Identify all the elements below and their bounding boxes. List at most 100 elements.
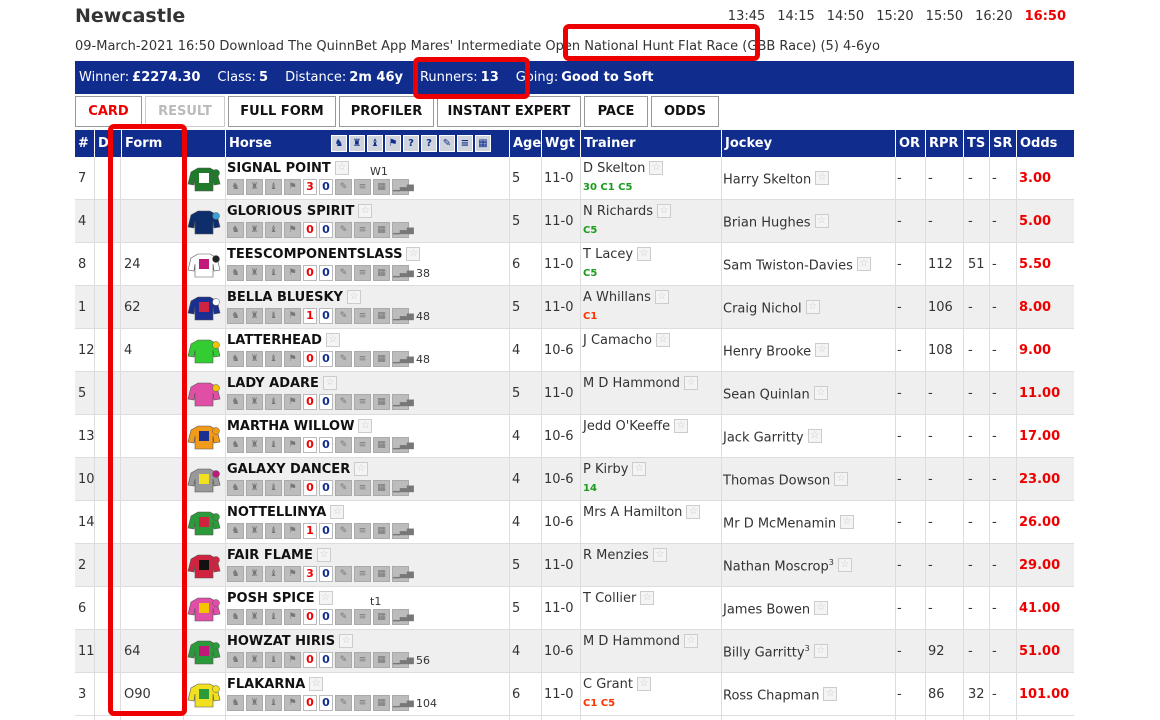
horse-icon[interactable]: ♞ [331,135,347,152]
calculator-icon[interactable]: ▦ [373,351,390,367]
trainer-form-icon[interactable]: ♜ [246,437,263,453]
runner-odds[interactable]: 26.00 [1019,515,1060,530]
jockey-form-icon[interactable]: ♝ [265,437,282,453]
tab-card[interactable]: CARD [75,96,142,127]
horse-form-icon[interactable]: ♞ [227,609,244,625]
stable-icon[interactable]: ≡ [457,135,473,152]
calculator-icon[interactable]: ▦ [373,308,390,324]
trainer-form-icon[interactable]: ♜ [246,523,263,539]
horse-name[interactable]: POSH SPICE ☆ [227,591,333,606]
favourite-star-icon[interactable]: ☆ [358,419,373,433]
favourite-star-icon[interactable]: ☆ [652,548,667,562]
jockey-form-icon[interactable]: ♝ [265,222,282,238]
race-time-link[interactable]: 14:50 [827,9,864,24]
stat-box-blue[interactable]: 0 [319,308,333,324]
horse-form-icon[interactable]: ♞ [227,351,244,367]
favourite-star-icon[interactable]: ☆ [649,161,664,175]
stable-icon[interactable]: ≡ [354,609,371,625]
favourite-star-icon[interactable]: ☆ [814,601,829,615]
stat-box-blue[interactable]: 0 [319,394,333,410]
stat-box-blue[interactable]: 0 [319,609,333,625]
col-sr[interactable]: SR [989,130,1016,157]
jockey-icon[interactable]: ♝ [367,135,383,152]
trainer-form-icon[interactable]: ♜ [246,480,263,496]
favourite-star-icon[interactable]: ☆ [358,204,373,218]
horse-form-icon[interactable]: ♞ [227,179,244,195]
calculator-icon[interactable]: ▦ [373,652,390,668]
stat-box-blue[interactable]: 0 [319,652,333,668]
favourite-star-icon[interactable]: ☆ [814,214,829,228]
jockey-name[interactable]: Thomas Dowson ☆ [723,472,849,488]
calculator-icon[interactable]: ▦ [373,695,390,711]
horse-form-icon[interactable]: ♞ [227,566,244,582]
versus-icon[interactable]: ⚑ [385,135,401,152]
col-trainer[interactable]: Trainer [580,130,721,157]
jockey-name[interactable]: James Bowen ☆ [723,601,829,617]
bar-chart-icon[interactable]: ▁▃▅ [392,222,414,238]
favourite-star-icon[interactable]: ☆ [654,290,669,304]
col-ts[interactable]: TS [963,130,989,157]
trainer-name[interactable]: D Skelton ☆ [583,161,664,176]
runner-odds[interactable]: 3.00 [1019,171,1051,186]
trainer-form-icon[interactable]: ♜ [246,179,263,195]
horse-name[interactable]: GLORIOUS SPIRIT ☆ [227,204,373,219]
stat-box-red[interactable]: 1 [303,308,317,324]
runner-odds[interactable]: 41.00 [1019,601,1060,616]
favourite-star-icon[interactable]: ☆ [322,376,337,390]
col-age[interactable]: Age [509,130,541,157]
jockey-name[interactable]: Nathan Moscrop3 ☆ [723,558,852,574]
horse-name[interactable]: FLAKARNA ☆ [227,677,324,692]
stat-box-red[interactable]: 1 [303,523,317,539]
stable-icon[interactable]: ≡ [354,566,371,582]
trainer-form-icon[interactable]: ♜ [246,394,263,410]
question-icon[interactable]: ? [421,135,437,152]
runner-odds[interactable]: 29.00 [1019,558,1060,573]
comment-icon[interactable]: ✎ [335,523,352,539]
trainer-name[interactable]: J Camacho ☆ [583,333,670,348]
horse-name[interactable]: LATTERHEAD ☆ [227,333,340,348]
jockey-name[interactable]: Harry Skelton ☆ [723,171,830,187]
trainer-form-icon[interactable]: ♜ [246,265,263,281]
horse-form-icon[interactable]: ♞ [227,308,244,324]
jockey-name[interactable]: Billy Garritty3 ☆ [723,644,828,660]
favourite-star-icon[interactable]: ☆ [632,462,647,476]
col-or[interactable]: OR [895,130,925,157]
trainer-name[interactable]: N Richards ☆ [583,204,671,219]
runner-odds[interactable]: 9.00 [1019,343,1051,358]
jockey-name[interactable]: Henry Brooke ☆ [723,343,830,359]
stat-box-blue[interactable]: 0 [319,437,333,453]
trainer-form-icon[interactable]: ♜ [246,351,263,367]
tab-odds[interactable]: ODDS [651,96,719,127]
horse-name[interactable]: FAIR FLAME ☆ [227,548,331,563]
tab-full-form[interactable]: FULL FORM [228,96,336,127]
versus-icon[interactable]: ⚑ [284,695,301,711]
stat-box-blue[interactable]: 0 [319,351,333,367]
jockey-form-icon[interactable]: ♝ [265,308,282,324]
jockey-name[interactable]: Craig Nichol ☆ [723,300,820,316]
versus-icon[interactable]: ⚑ [284,179,301,195]
trainer-name[interactable]: Jedd O'Keeffe ☆ [583,419,689,434]
trainer-name[interactable]: T Collier ☆ [583,591,655,606]
bar-chart-icon[interactable]: ▁▃▅ [392,265,414,281]
favourite-star-icon[interactable]: ☆ [684,634,699,648]
runner-odds[interactable]: 101.00 [1019,687,1069,702]
favourite-star-icon[interactable]: ☆ [325,333,340,347]
trainer-name[interactable]: A Whillans ☆ [583,290,669,305]
trainer-form-icon[interactable]: ♜ [246,652,263,668]
comment-icon[interactable]: ✎ [335,222,352,238]
race-time-link[interactable]: 13:45 [728,9,765,24]
stat-box-red[interactable]: 0 [303,265,317,281]
favourite-star-icon[interactable]: ☆ [815,343,830,357]
bar-chart-icon[interactable]: ▁▃▅ [392,179,414,195]
race-time-link[interactable]: 16:20 [975,9,1012,24]
comment-icon[interactable]: ✎ [335,652,352,668]
comment-icon[interactable]: ✎ [439,135,455,152]
col-form[interactable]: Form [121,130,183,157]
bar-chart-icon[interactable]: ▁▃▅ [392,523,414,539]
jockey-name[interactable]: Brian Hughes ☆ [723,214,829,230]
calculator-icon[interactable]: ▦ [373,523,390,539]
race-time-link[interactable]: 14:15 [777,9,814,24]
horse-form-icon[interactable]: ♞ [227,652,244,668]
race-time-link[interactable]: 15:50 [926,9,963,24]
jockey-form-icon[interactable]: ♝ [265,351,282,367]
